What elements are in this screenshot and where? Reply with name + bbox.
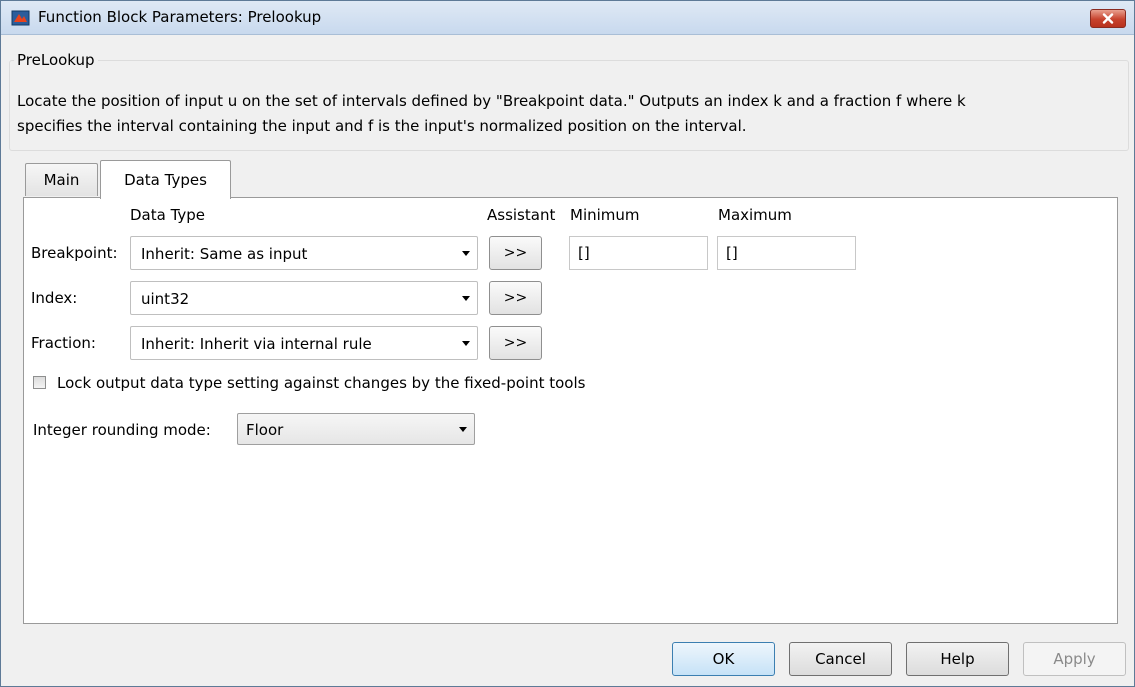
close-icon bbox=[1102, 13, 1114, 24]
breakpoint-maximum-value: [] bbox=[726, 244, 738, 262]
ok-button[interactable]: OK bbox=[672, 642, 775, 676]
tab-data-types[interactable]: Data Types bbox=[100, 160, 231, 199]
apply-button[interactable]: Apply bbox=[1023, 642, 1126, 676]
breakpoint-minimum-value: [] bbox=[578, 244, 590, 262]
rounding-mode-value: Floor bbox=[246, 421, 284, 439]
rounding-mode-select[interactable]: Floor bbox=[237, 413, 475, 445]
simulink-block-icon bbox=[11, 10, 30, 26]
header-minimum: Minimum bbox=[570, 206, 640, 224]
breakpoint-label: Breakpoint: bbox=[31, 244, 118, 262]
breakpoint-data-type-value: Inherit: Same as input bbox=[141, 245, 308, 263]
chevron-down-icon bbox=[459, 427, 467, 432]
index-assistant-button[interactable]: >> bbox=[489, 281, 542, 315]
block-description: Locate the position of input u on the se… bbox=[17, 89, 1117, 139]
breakpoint-minimum-field[interactable]: [] bbox=[569, 236, 708, 270]
rounding-mode-label: Integer rounding mode: bbox=[33, 421, 211, 439]
group-legend: PreLookup bbox=[17, 51, 95, 69]
breakpoint-maximum-field[interactable]: [] bbox=[717, 236, 856, 270]
lock-data-type-checkbox[interactable] bbox=[33, 376, 46, 389]
header-maximum: Maximum bbox=[718, 206, 792, 224]
index-data-type-value: uint32 bbox=[141, 290, 190, 308]
close-button[interactable] bbox=[1090, 9, 1126, 28]
chevron-down-icon bbox=[462, 296, 470, 301]
fraction-label: Fraction: bbox=[31, 334, 96, 352]
fraction-data-type-select[interactable]: Inherit: Inherit via internal rule bbox=[130, 326, 478, 360]
breakpoint-assistant-button[interactable]: >> bbox=[489, 236, 542, 270]
help-button[interactable]: Help bbox=[906, 642, 1009, 676]
breakpoint-data-type-select[interactable]: Inherit: Same as input bbox=[130, 236, 478, 270]
fraction-data-type-value: Inherit: Inherit via internal rule bbox=[141, 335, 372, 353]
dialog-window: Function Block Parameters: Prelookup Pre… bbox=[0, 0, 1135, 687]
chevron-down-icon bbox=[462, 251, 470, 256]
lock-data-type-label: Lock output data type setting against ch… bbox=[57, 374, 586, 392]
fraction-assistant-button[interactable]: >> bbox=[489, 326, 542, 360]
header-data-type: Data Type bbox=[130, 206, 206, 224]
index-data-type-select[interactable]: uint32 bbox=[130, 281, 478, 315]
window-title: Function Block Parameters: Prelookup bbox=[38, 8, 322, 26]
cancel-button[interactable]: Cancel bbox=[789, 642, 892, 676]
chevron-down-icon bbox=[462, 341, 470, 346]
title-bar: Function Block Parameters: Prelookup bbox=[1, 1, 1134, 35]
description-line-2: specifies the interval containing the in… bbox=[17, 117, 747, 135]
header-assistant: Assistant bbox=[487, 206, 556, 224]
description-line-1: Locate the position of input u on the se… bbox=[17, 92, 966, 110]
index-label: Index: bbox=[31, 289, 78, 307]
tab-main[interactable]: Main bbox=[25, 163, 98, 196]
